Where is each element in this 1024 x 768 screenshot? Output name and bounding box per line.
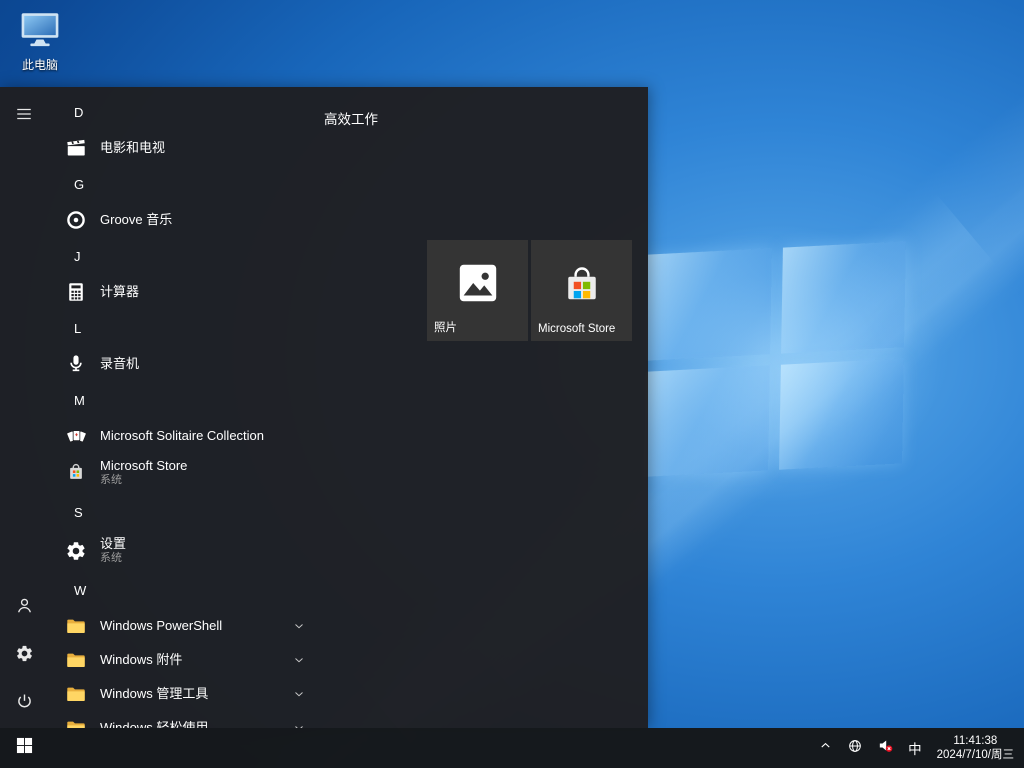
network-globe-icon: [847, 738, 863, 759]
network-button[interactable]: [840, 728, 870, 768]
tile-label: 照片: [427, 319, 528, 341]
section-header-s[interactable]: S: [48, 493, 318, 531]
wallpaper-pane: [781, 241, 906, 353]
start-menu: D 电影和电视 G: [0, 87, 648, 728]
tile-label: Microsoft Store: [531, 323, 632, 341]
start-button[interactable]: [0, 728, 48, 768]
start-menu-rail: [0, 87, 48, 728]
folder-icon: [64, 716, 88, 728]
store-icon: [531, 240, 632, 323]
gear-icon: [15, 644, 34, 668]
this-pc-label: 此电脑: [22, 56, 58, 73]
app-item-voice-recorder[interactable]: 录音机: [48, 347, 318, 381]
section-header-j[interactable]: J: [48, 237, 318, 275]
tile-area: 高效工作 照片: [318, 87, 648, 728]
user-icon: [15, 596, 34, 620]
folder-icon: [64, 614, 88, 638]
app-item-groove-music[interactable]: Groove 音乐: [48, 203, 318, 237]
section-header-l[interactable]: L: [48, 309, 318, 347]
section-header-d[interactable]: D: [48, 93, 318, 131]
calculator-icon: [64, 280, 88, 304]
tile-photos[interactable]: 照片: [427, 240, 528, 341]
wallpaper-pane: [644, 365, 769, 477]
windows-logo-icon: [16, 737, 33, 759]
chevron-down-icon[interactable]: [292, 687, 306, 701]
chevron-down-icon[interactable]: [292, 619, 306, 633]
voice-recorder-icon: [64, 352, 88, 376]
ime-indicator[interactable]: 中: [901, 728, 929, 768]
desktop-icon-this-pc[interactable]: 此电脑: [11, 8, 69, 73]
photos-icon: [427, 240, 528, 319]
app-item-settings[interactable]: 设置 系统: [48, 531, 318, 571]
chevron-down-icon[interactable]: [292, 653, 306, 667]
app-item-movies-tv[interactable]: 电影和电视: [48, 131, 318, 165]
wallpaper-pane: [646, 248, 771, 360]
settings-gear-icon: [64, 539, 88, 563]
store-icon: [64, 461, 88, 485]
section-header-m[interactable]: M: [48, 381, 318, 419]
taskbar-clock[interactable]: 11:41:38 2024/7/10/周三: [929, 728, 1024, 768]
power-button[interactable]: [0, 680, 48, 728]
folder-item-windows-ease-of-access[interactable]: Windows 轻松使用: [48, 711, 318, 728]
this-pc-icon: [19, 8, 61, 55]
section-header-g[interactable]: G: [48, 165, 318, 203]
chevron-down-icon[interactable]: [292, 721, 306, 728]
user-account-button[interactable]: [0, 584, 48, 632]
menu-expand-button[interactable]: [0, 92, 48, 140]
folder-item-windows-powershell[interactable]: Windows PowerShell: [48, 609, 318, 643]
groove-music-icon: [64, 208, 88, 232]
app-item-calculator[interactable]: 计算器: [48, 275, 318, 309]
settings-button[interactable]: [0, 632, 48, 680]
tile-group-title[interactable]: 高效工作: [324, 108, 378, 128]
app-item-sublabel: 系统: [100, 474, 187, 487]
clock-time: 11:41:38: [937, 734, 1014, 748]
tile-microsoft-store[interactable]: Microsoft Store: [531, 240, 632, 341]
wallpaper-window-logo: [646, 248, 904, 470]
movies-tv-icon: [64, 136, 88, 160]
clock-date: 2024/7/10/周三: [937, 748, 1014, 762]
section-header-w[interactable]: W: [48, 571, 318, 609]
screen: 此电脑: [0, 0, 1024, 768]
system-tray: 中 11:41:38 2024/7/10/周三: [811, 728, 1024, 768]
hamburger-icon: [15, 105, 33, 128]
volume-button[interactable]: [870, 728, 901, 768]
solitaire-icon: [64, 424, 88, 448]
tray-expand-button[interactable]: [811, 728, 840, 768]
app-item-solitaire[interactable]: Microsoft Solitaire Collection: [48, 419, 318, 453]
power-icon: [15, 692, 34, 716]
wallpaper-pane: [779, 358, 904, 470]
folder-item-windows-admin-tools[interactable]: Windows 管理工具: [48, 677, 318, 711]
folder-icon: [64, 648, 88, 672]
chevron-up-icon: [818, 738, 833, 758]
folder-item-windows-accessories[interactable]: Windows 附件: [48, 643, 318, 677]
app-list: D 电影和电视 G: [48, 87, 318, 728]
volume-muted-icon: [877, 737, 894, 759]
app-item-sublabel: 系统: [100, 552, 126, 565]
taskbar: 中 11:41:38 2024/7/10/周三: [0, 728, 1024, 768]
folder-icon: [64, 682, 88, 706]
app-item-microsoft-store[interactable]: Microsoft Store 系统: [48, 453, 318, 493]
